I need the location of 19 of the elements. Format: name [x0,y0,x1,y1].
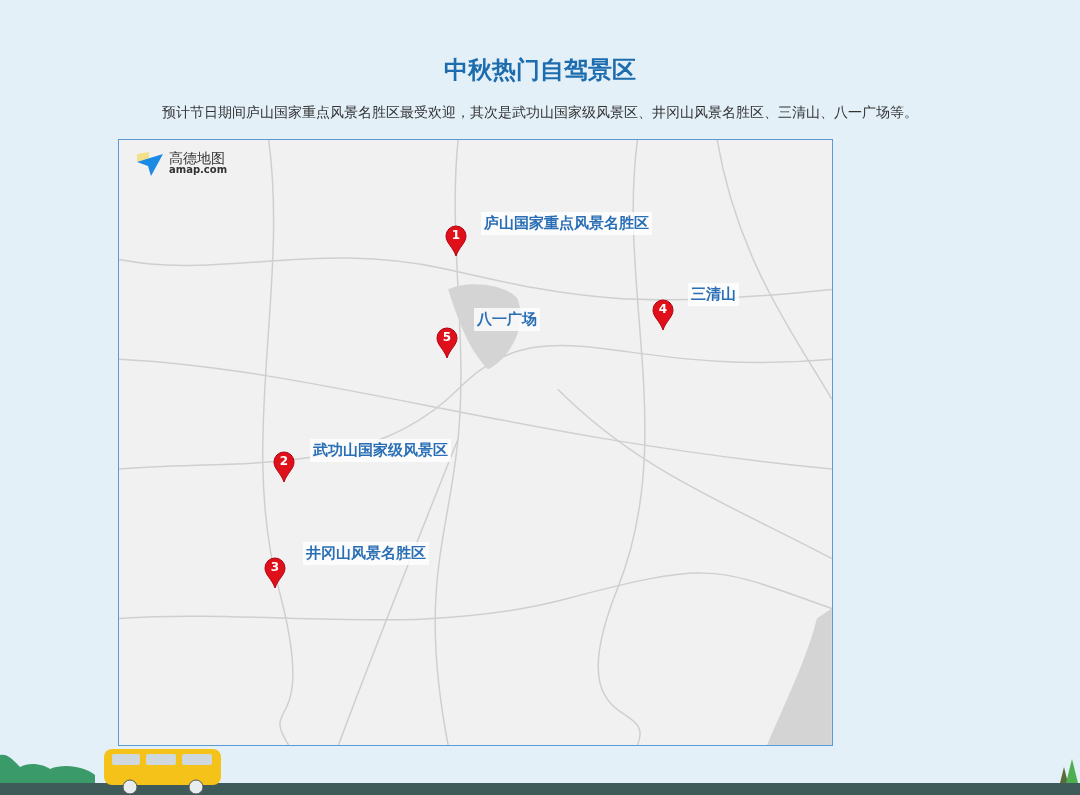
description-text: 预计节日期间庐山国家重点风景名胜区最受欢迎，其次是武功山国家级风景区、井冈山风景名胜区、三清山、八一广场等。 [162,103,918,122]
pin-number: 5 [441,329,453,346]
map-pin[interactable]: 4 [652,299,674,331]
place-label: 三清山 [688,283,739,306]
page-title: 中秋热门自驾景区 [444,55,636,86]
place-label: 武功山国家级风景区 [310,439,451,462]
logo-name: 高德地图 [169,151,226,165]
map-pin[interactable]: 2 [273,451,295,483]
map-pin[interactable]: 5 [436,327,458,359]
pin-number: 3 [269,559,281,576]
pin-number: 2 [278,453,290,470]
pin-number: 4 [657,301,669,318]
place-label: 井冈山风景名胜区 [303,542,429,565]
pin-number: 1 [450,227,462,244]
logo-domain: amap.com [169,165,228,175]
place-label: 八一广场 [474,308,540,331]
place-label: 庐山国家重点风景名胜区 [481,212,652,235]
map-pin[interactable]: 1 [445,225,467,257]
map-pin[interactable]: 3 [264,557,286,589]
